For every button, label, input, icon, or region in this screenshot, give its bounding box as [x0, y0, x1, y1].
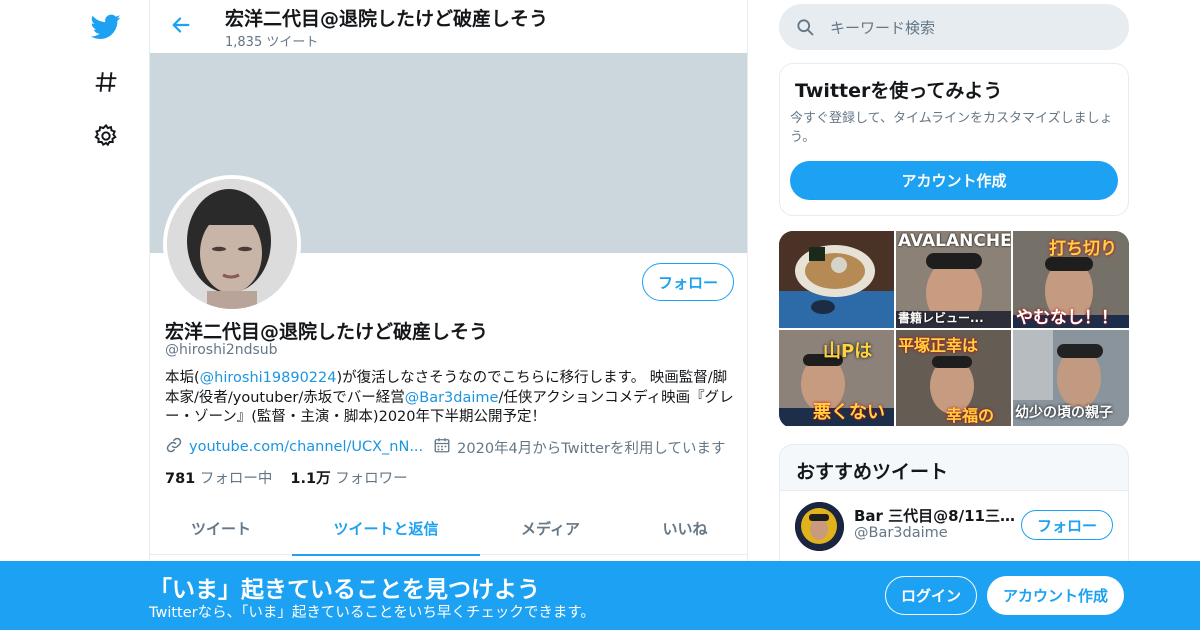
bottom-bar-title: 「いま」起きていることを見つけよう: [149, 577, 540, 603]
profile-name: 宏洋二代目@退院したけど破産しそう: [165, 321, 489, 343]
tab-tweets-and-replies[interactable]: ツイートと返信: [292, 502, 480, 556]
avatar[interactable]: [795, 502, 844, 551]
hashtag-icon[interactable]: [86, 62, 126, 102]
recommended-account[interactable]: Bar 三代目@8/11三谷... @Bar3daime フォロー: [780, 490, 1128, 570]
joined-date: 2020年4月からTwitterを利用しています: [457, 440, 726, 457]
media-thumbnail[interactable]: [779, 231, 894, 328]
media-thumbnail[interactable]: AVALANCHE 書籍レビュー...: [896, 231, 1011, 328]
twitter-profile-page: 宏洋二代目@退院したけど破産しそう 1,835 ツイート フォロー 宏洋二代目@…: [0, 0, 1200, 630]
login-button[interactable]: ログイン: [885, 576, 977, 615]
media-caption: 書籍レビュー...: [898, 311, 984, 325]
followers-label: フォロワー: [335, 471, 408, 487]
profile-url-link[interactable]: youtube.com/channel/UCX_nN...: [189, 439, 423, 455]
profile-bio: 本垢(@hiroshi19890224)が復活しなさそうなのでこちらに移行します…: [165, 369, 735, 428]
follow-stats: 781 フォロー中 1.1万 フォロワー: [165, 467, 408, 488]
media-caption: 幸福の: [946, 406, 995, 425]
recommended-name: Bar 三代目@8/11三谷...: [854, 507, 1016, 525]
link-icon: [165, 436, 183, 458]
calendar-icon: [433, 436, 451, 458]
arrow-left-icon: [172, 17, 190, 33]
media-caption: やむなし！！: [1016, 308, 1118, 328]
tab-tweets[interactable]: ツイート: [150, 502, 292, 555]
media-caption: 打ち切り: [1049, 239, 1117, 259]
header-title: 宏洋二代目@退院したけど破産しそう: [225, 8, 549, 30]
followers-link[interactable]: 1.1万 フォロワー: [290, 471, 407, 487]
tab-likes[interactable]: いいね: [621, 502, 747, 555]
media-caption: AVALANCHE: [898, 231, 1011, 251]
profile-tabs: ツイート ツイートと返信 メディア いいね: [150, 502, 747, 556]
recommended-title: おすすめツイート: [796, 461, 949, 483]
media-thumbnail[interactable]: 平塚正幸は 幸福の: [896, 330, 1011, 426]
media-caption: 山Pは: [823, 341, 873, 362]
bio-mention-link[interactable]: @Bar3daime: [405, 390, 499, 406]
media-grid: AVALANCHE 書籍レビュー... 打ち切り やむなし！！ 山Pは 悪くない: [779, 231, 1129, 428]
profile-column: 宏洋二代目@退院したけど破産しそう 1,835 ツイート フォロー 宏洋二代目@…: [149, 0, 748, 630]
media-caption: 幼少の頃の親子: [1015, 405, 1113, 421]
profile-meta: youtube.com/channel/UCX_nN... 2020年4月からT…: [165, 436, 725, 458]
tweet-count: 1,835 ツイート: [225, 35, 319, 50]
profile-handle: @hiroshi2ndsub: [165, 342, 278, 358]
left-nav: [80, 0, 132, 630]
back-button[interactable]: [164, 8, 198, 42]
follow-button[interactable]: フォロー: [642, 263, 734, 301]
signup-card-description: 今すぐ登録して、タイムラインをカスタマイズしましょう。: [790, 111, 1113, 145]
search-input[interactable]: キーワード検索: [779, 4, 1129, 50]
media-caption: 悪くない: [813, 402, 885, 423]
gear-icon[interactable]: [86, 116, 126, 156]
signup-card: Twitterを使ってみよう 今すぐ登録して、タイムラインをカスタマイズしましょ…: [779, 63, 1129, 216]
signup-button[interactable]: アカウント作成: [987, 576, 1124, 615]
avatar[interactable]: [163, 175, 301, 313]
media-thumbnail[interactable]: 幼少の頃の親子: [1013, 330, 1129, 426]
signup-bottom-bar: 「いま」起きていることを見つけよう Twitterなら、「いま」起きていることを…: [0, 561, 1200, 630]
bio-text: 本垢(: [165, 370, 200, 386]
recommended-handle: @Bar3daime: [854, 525, 948, 541]
followers-count: 1.1万: [290, 471, 331, 487]
search-placeholder: キーワード検索: [830, 19, 936, 37]
media-thumbnail[interactable]: 打ち切り やむなし！！: [1013, 231, 1129, 328]
follow-button[interactable]: フォロー: [1021, 510, 1113, 540]
media-caption: 平塚正幸は: [898, 336, 979, 355]
bio-mention-link[interactable]: @hiroshi19890224: [200, 370, 337, 386]
tab-media[interactable]: メディア: [480, 502, 621, 555]
following-count: 781: [165, 471, 196, 487]
following-label: フォロー中: [199, 471, 273, 487]
twitter-bird-icon[interactable]: [86, 7, 126, 47]
following-link[interactable]: 781 フォロー中: [165, 471, 272, 487]
media-thumbnail[interactable]: 山Pは 悪くない: [779, 330, 894, 426]
signup-card-title: Twitterを使ってみよう: [795, 80, 1003, 102]
search-icon: [795, 17, 815, 41]
bottom-bar-subtitle: Twitterなら、「いま」起きていることをいち早くチェックできます。: [149, 605, 595, 621]
create-account-button[interactable]: アカウント作成: [790, 161, 1118, 200]
profile-header-bar: 宏洋二代目@退院したけど破産しそう 1,835 ツイート: [150, 0, 747, 53]
